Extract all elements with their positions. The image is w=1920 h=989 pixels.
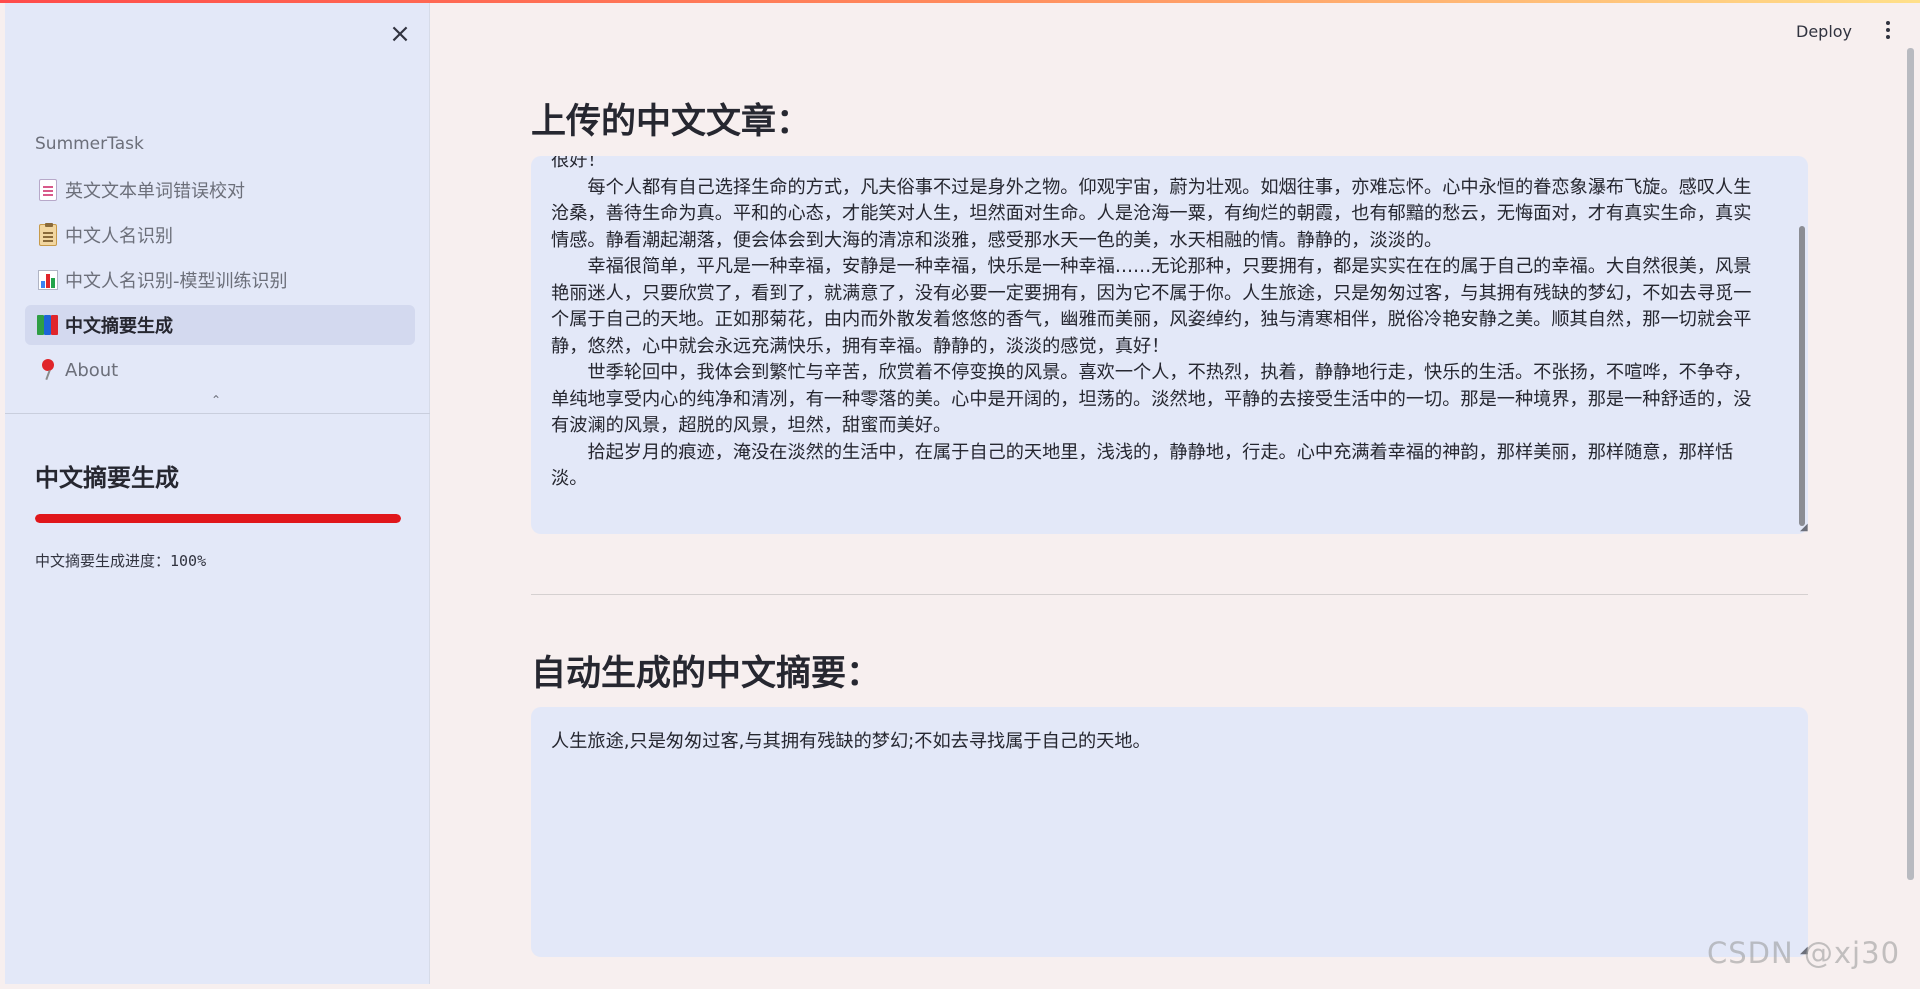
article-paragraph: 每个人都有自己选择生命的方式，凡夫俗事不过是身外之物。仰观宇宙，蔚为壮观。如烟往… [551,176,1752,251]
deploy-button[interactable]: Deploy [1786,18,1862,45]
article-paragraph: 拾起岁月的痕迹，淹没在淡然的生活中，在属于自己的天地里，浅浅的，静静地，行走。心… [551,441,1734,490]
summary-title: 自动生成的中文摘要： [531,654,882,694]
article-paragraph: 很好！ [551,156,606,171]
sidebar-item-about[interactable]: About [25,350,415,390]
progress-bar-fill [35,514,401,523]
article-paragraph: 幸福很简单，平凡是一种幸福，安静是一种幸福，快乐是一种幸福……无论那种，只要拥有… [551,256,1752,357]
sidebar-item-label: 中文人名识别 [65,226,173,247]
summary-text: 人生旅途,只是匆匆过客,与其拥有残缺的梦幻;不如去寻找属于自己的天地。 [551,731,1151,752]
document-icon [37,179,59,201]
sidebar-nav: 英文文本单词错误校对 中文人名识别 中文人名识别-模型训练识别 中文摘要生成 A… [25,170,415,395]
section-divider [531,594,1808,595]
nav-section-label: SummerTask [35,134,144,154]
sidebar-item-model-training[interactable]: 中文人名识别-模型训练识别 [25,260,415,300]
sidebar-heading: 中文摘要生成 [35,464,179,492]
progress-bar [35,514,401,523]
bar-chart-icon [37,269,59,291]
sidebar-divider [5,413,430,414]
books-icon [37,314,59,336]
collapse-nav-chevron-icon[interactable]: ⌃ [211,393,221,407]
sidebar-item-label: About [65,359,119,381]
sidebar-item-label: 中文摘要生成 [65,316,173,337]
main-menu-icon[interactable] [1878,18,1898,42]
sidebar-item-summary[interactable]: 中文摘要生成 [25,305,415,345]
watermark: CSDN @xj30 [1707,936,1901,970]
textarea-resize-handle-icon[interactable]: ◢ [1800,522,1808,533]
textarea-scrollbar[interactable] [1799,226,1805,526]
source-article-content: 很好！ 每个人都有自己选择生命的方式，凡夫俗事不过是身外之物。仰观宇宙，蔚为壮观… [551,156,1764,493]
sidebar-item-label: 英文文本单词错误校对 [65,181,245,202]
article-paragraph: 世季轮回中，我体会到繁忙与辛苦，欣赏着不停变换的风景。喜欢一个人，不热烈，执着，… [551,362,1752,436]
page-scrollbar[interactable] [1907,48,1914,880]
close-sidebar-button[interactable]: × [385,19,415,49]
sidebar-item-spell-check[interactable]: 英文文本单词错误校对 [25,170,415,210]
summary-textarea[interactable]: 人生旅途,只是匆匆过客,与其拥有残缺的梦幻;不如去寻找属于自己的天地。 [531,707,1808,957]
source-article-title: 上传的中文文章： [531,102,812,142]
source-article-textarea[interactable]: 很好！ 每个人都有自己选择生命的方式，凡夫俗事不过是身外之物。仰观宇宙，蔚为壮观… [531,156,1808,534]
sidebar-item-label: 中文人名识别-模型训练识别 [65,271,288,292]
pushpin-icon [37,359,59,381]
progress-text: 中文摘要生成进度：100% [35,552,207,570]
sidebar-item-name-recognition[interactable]: 中文人名识别 [25,215,415,255]
clipboard-icon [37,223,59,246]
sidebar: × SummerTask 英文文本单词错误校对 中文人名识别 中文人名识别-模型… [5,3,430,984]
